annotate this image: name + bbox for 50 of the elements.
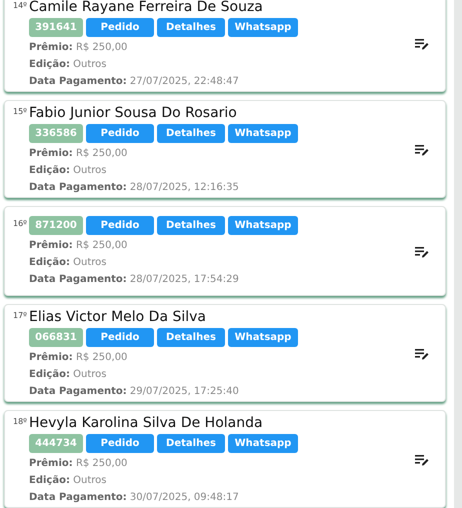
info-line: Prêmio: R$ 250,00 — [29, 351, 128, 365]
info-line: Edição: Outros — [29, 474, 108, 488]
ticket-number: 871200 — [29, 216, 83, 235]
info-line: Edição: Outros — [29, 256, 108, 270]
action-button[interactable]: Whatsapp — [228, 328, 298, 347]
action-button[interactable]: Detalhes — [157, 18, 225, 37]
action-button[interactable]: Whatsapp — [228, 124, 298, 143]
edit-list-icon[interactable] — [415, 348, 429, 360]
edit-list-icon[interactable] — [415, 144, 429, 156]
info-line: Data Pagamento: 28/07/2025, 12:16:35 — [29, 181, 240, 195]
ticket-number: 336586 — [29, 124, 83, 143]
edit-list-icon[interactable] — [415, 246, 429, 258]
winner-name: Hevyla Karolina Silva De Holanda — [29, 414, 264, 432]
rank-number: 14º — [13, 0, 28, 12]
info-line: Prêmio: R$ 250,00 — [29, 457, 128, 471]
info-line: Edição: Outros — [29, 368, 108, 382]
action-button[interactable]: Detalhes — [157, 124, 225, 143]
winner-name: Fabio Junior Sousa Do Rosario — [29, 104, 238, 122]
info-line: Data Pagamento: 28/07/2025, 17:54:29 — [29, 273, 240, 287]
rank-number: 18º — [13, 416, 28, 428]
action-button[interactable]: Pedido — [86, 216, 154, 235]
rank-number: 16º — [13, 218, 28, 230]
info-line: Prêmio: R$ 250,00 — [29, 239, 128, 253]
action-button[interactable]: Detalhes — [157, 434, 225, 453]
info-line: Prêmio: R$ 250,00 — [29, 147, 128, 161]
info-line: Edição: Outros — [29, 58, 108, 72]
info-line: Data Pagamento: 29/07/2025, 17:25:40 — [29, 385, 240, 399]
ticket-number: 444734 — [29, 434, 83, 453]
info-line: Edição: Outros — [29, 164, 108, 178]
edit-list-icon[interactable] — [415, 454, 429, 466]
winner-name: Elias Victor Melo Da Silva — [29, 308, 208, 326]
ticket-number: 391641 — [29, 18, 83, 37]
action-button[interactable]: Pedido — [86, 434, 154, 453]
info-line: Prêmio: R$ 250,00 — [29, 41, 128, 55]
action-button[interactable]: Detalhes — [157, 216, 225, 235]
rank-number: 17º — [13, 310, 28, 322]
ticket-number: 066831 — [29, 328, 83, 347]
action-button[interactable]: Pedido — [86, 124, 154, 143]
action-button[interactable]: Whatsapp — [228, 216, 298, 235]
winner-name: Camile Rayane Ferreira De Souza — [29, 0, 264, 16]
action-button[interactable]: Whatsapp — [228, 18, 298, 37]
action-button[interactable]: Pedido — [86, 18, 154, 37]
rank-number: 15º — [13, 106, 28, 118]
info-line: Data Pagamento: 30/07/2025, 09:48:17 — [29, 491, 240, 505]
info-line: Data Pagamento: 27/07/2025, 22:48:47 — [29, 75, 240, 89]
edit-list-icon[interactable] — [415, 38, 429, 50]
action-button[interactable]: Pedido — [86, 328, 154, 347]
scrollbar[interactable] — [454, 0, 462, 508]
action-button[interactable]: Whatsapp — [228, 434, 298, 453]
action-button[interactable]: Detalhes — [157, 328, 225, 347]
